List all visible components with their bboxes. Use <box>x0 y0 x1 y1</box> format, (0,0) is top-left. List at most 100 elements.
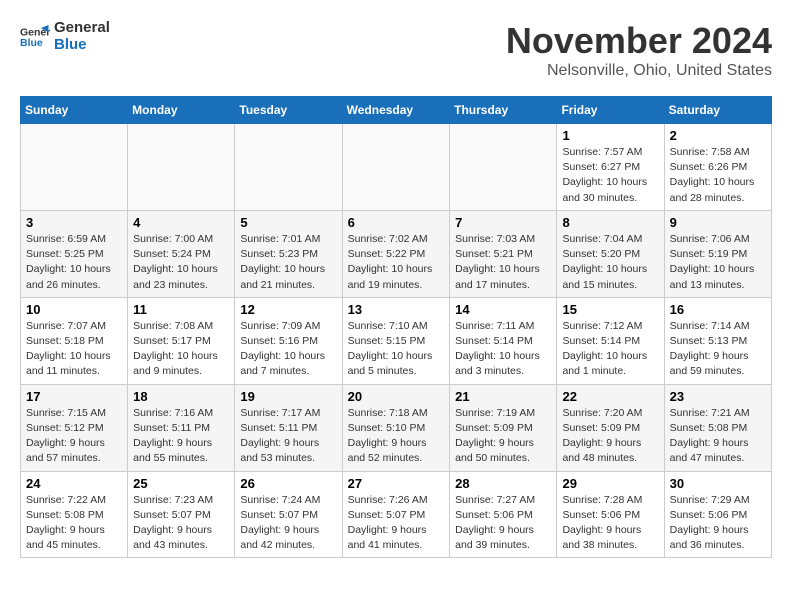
day-info: Sunrise: 7:24 AM Sunset: 5:07 PM Dayligh… <box>240 493 336 554</box>
day-info: Sunrise: 7:20 AM Sunset: 5:09 PM Dayligh… <box>562 406 658 467</box>
day-info: Sunrise: 6:59 AM Sunset: 5:25 PM Dayligh… <box>26 232 122 293</box>
weekday-header-thursday: Thursday <box>450 97 557 124</box>
location: Nelsonville, Ohio, United States <box>506 62 772 80</box>
calendar-cell: 22 Sunrise: 7:20 AM Sunset: 5:09 PM Dayli… <box>557 384 664 471</box>
calendar-cell: 26 Sunrise: 7:24 AM Sunset: 5:07 PM Dayli… <box>235 471 342 558</box>
month-title: November 2024 <box>506 20 772 62</box>
day-info: Sunrise: 7:26 AM Sunset: 5:07 PM Dayligh… <box>348 493 445 554</box>
calendar-week-5: 24Sunrise: 7:22 AM Sunset: 5:08 PM Dayli… <box>21 471 772 558</box>
day-info: Sunrise: 7:57 AM Sunset: 6:27 PM Dayligh… <box>562 145 658 206</box>
day-info: Sunrise: 7:06 AM Sunset: 5:19 PM Dayligh… <box>670 232 766 293</box>
day-info: Sunrise: 7:16 AM Sunset: 5:11 PM Dayligh… <box>133 406 229 467</box>
day-number: 30 <box>670 476 766 491</box>
calendar-cell: 9 Sunrise: 7:06 AM Sunset: 5:19 PM Daylig… <box>664 210 771 297</box>
day-info: Sunrise: 7:02 AM Sunset: 5:22 PM Dayligh… <box>348 232 445 293</box>
calendar-cell: 8 Sunrise: 7:04 AM Sunset: 5:20 PM Daylig… <box>557 210 664 297</box>
day-number: 23 <box>670 389 766 404</box>
day-number: 26 <box>240 476 336 491</box>
day-number: 13 <box>348 302 445 317</box>
day-info: Sunrise: 7:27 AM Sunset: 5:06 PM Dayligh… <box>455 493 551 554</box>
calendar-table: SundayMondayTuesdayWednesdayThursdayFrid… <box>20 96 772 558</box>
header: General Blue General Blue November 2024 … <box>20 20 772 80</box>
day-info: Sunrise: 7:18 AM Sunset: 5:10 PM Dayligh… <box>348 406 445 467</box>
calendar-cell <box>450 124 557 211</box>
calendar-cell: 23 Sunrise: 7:21 AM Sunset: 5:08 PM Dayli… <box>664 384 771 471</box>
day-number: 9 <box>670 215 766 230</box>
calendar-cell: 11 Sunrise: 7:08 AM Sunset: 5:17 PM Dayli… <box>128 297 235 384</box>
calendar-cell: 20 Sunrise: 7:18 AM Sunset: 5:10 PM Dayli… <box>342 384 450 471</box>
day-info: Sunrise: 7:17 AM Sunset: 5:11 PM Dayligh… <box>240 406 336 467</box>
day-number: 5 <box>240 215 336 230</box>
day-info: Sunrise: 7:58 AM Sunset: 6:26 PM Dayligh… <box>670 145 766 206</box>
day-number: 29 <box>562 476 658 491</box>
day-info: Sunrise: 7:11 AM Sunset: 5:14 PM Dayligh… <box>455 319 551 380</box>
day-info: Sunrise: 7:21 AM Sunset: 5:08 PM Dayligh… <box>670 406 766 467</box>
calendar-cell <box>235 124 342 211</box>
day-number: 20 <box>348 389 445 404</box>
calendar-cell: 1 Sunrise: 7:57 AM Sunset: 6:27 PM Daylig… <box>557 124 664 211</box>
day-info: Sunrise: 7:19 AM Sunset: 5:09 PM Dayligh… <box>455 406 551 467</box>
day-number: 28 <box>455 476 551 491</box>
logo: General Blue General Blue <box>20 20 110 53</box>
calendar-cell: 15Sunrise: 7:12 AM Sunset: 5:14 PM Dayli… <box>557 297 664 384</box>
day-number: 25 <box>133 476 229 491</box>
day-number: 6 <box>348 215 445 230</box>
day-info: Sunrise: 7:08 AM Sunset: 5:17 PM Dayligh… <box>133 319 229 380</box>
calendar-cell: 7 Sunrise: 7:03 AM Sunset: 5:21 PM Daylig… <box>450 210 557 297</box>
weekday-header-saturday: Saturday <box>664 97 771 124</box>
calendar-week-2: 3 Sunrise: 6:59 AM Sunset: 5:25 PM Daylig… <box>21 210 772 297</box>
day-number: 15 <box>562 302 658 317</box>
weekday-header-friday: Friday <box>557 97 664 124</box>
day-number: 1 <box>562 128 658 143</box>
day-number: 22 <box>562 389 658 404</box>
day-number: 19 <box>240 389 336 404</box>
calendar-cell: 6 Sunrise: 7:02 AM Sunset: 5:22 PM Daylig… <box>342 210 450 297</box>
calendar-cell: 19 Sunrise: 7:17 AM Sunset: 5:11 PM Dayli… <box>235 384 342 471</box>
day-number: 27 <box>348 476 445 491</box>
day-info: Sunrise: 7:10 AM Sunset: 5:15 PM Dayligh… <box>348 319 445 380</box>
logo-icon: General Blue <box>20 22 50 52</box>
calendar-cell <box>21 124 128 211</box>
day-number: 16 <box>670 302 766 317</box>
day-number: 24 <box>26 476 122 491</box>
day-number: 7 <box>455 215 551 230</box>
day-info: Sunrise: 7:03 AM Sunset: 5:21 PM Dayligh… <box>455 232 551 293</box>
calendar-cell: 2 Sunrise: 7:58 AM Sunset: 6:26 PM Daylig… <box>664 124 771 211</box>
day-info: Sunrise: 7:23 AM Sunset: 5:07 PM Dayligh… <box>133 493 229 554</box>
day-number: 2 <box>670 128 766 143</box>
day-number: 3 <box>26 215 122 230</box>
day-number: 14 <box>455 302 551 317</box>
calendar-cell: 12 Sunrise: 7:09 AM Sunset: 5:16 PM Dayli… <box>235 297 342 384</box>
day-number: 17 <box>26 389 122 404</box>
day-number: 12 <box>240 302 336 317</box>
day-number: 10 <box>26 302 122 317</box>
svg-text:Blue: Blue <box>20 37 43 49</box>
day-number: 11 <box>133 302 229 317</box>
calendar-cell: 24Sunrise: 7:22 AM Sunset: 5:08 PM Dayli… <box>21 471 128 558</box>
day-info: Sunrise: 7:07 AM Sunset: 5:18 PM Dayligh… <box>26 319 122 380</box>
day-info: Sunrise: 7:28 AM Sunset: 5:06 PM Dayligh… <box>562 493 658 554</box>
calendar-cell: 17 Sunrise: 7:15 AM Sunset: 5:12 PM Dayli… <box>21 384 128 471</box>
day-number: 21 <box>455 389 551 404</box>
logo-line1: General <box>54 20 110 37</box>
calendar-cell: 4Sunrise: 7:00 AM Sunset: 5:24 PM Daylig… <box>128 210 235 297</box>
day-info: Sunrise: 7:15 AM Sunset: 5:12 PM Dayligh… <box>26 406 122 467</box>
day-info: Sunrise: 7:01 AM Sunset: 5:23 PM Dayligh… <box>240 232 336 293</box>
day-info: Sunrise: 7:04 AM Sunset: 5:20 PM Dayligh… <box>562 232 658 293</box>
weekday-header-monday: Monday <box>128 97 235 124</box>
calendar-cell <box>342 124 450 211</box>
calendar-cell: 27 Sunrise: 7:26 AM Sunset: 5:07 PM Dayli… <box>342 471 450 558</box>
calendar-cell: 25 Sunrise: 7:23 AM Sunset: 5:07 PM Dayli… <box>128 471 235 558</box>
page: General Blue General Blue November 2024 … <box>0 0 792 568</box>
calendar-cell: 13 Sunrise: 7:10 AM Sunset: 5:15 PM Dayli… <box>342 297 450 384</box>
weekday-header-tuesday: Tuesday <box>235 97 342 124</box>
day-info: Sunrise: 7:29 AM Sunset: 5:06 PM Dayligh… <box>670 493 766 554</box>
calendar-week-3: 10 Sunrise: 7:07 AM Sunset: 5:18 PM Dayli… <box>21 297 772 384</box>
calendar-cell: 16Sunrise: 7:14 AM Sunset: 5:13 PM Dayli… <box>664 297 771 384</box>
day-number: 8 <box>562 215 658 230</box>
day-info: Sunrise: 7:09 AM Sunset: 5:16 PM Dayligh… <box>240 319 336 380</box>
calendar-cell: 21 Sunrise: 7:19 AM Sunset: 5:09 PM Dayli… <box>450 384 557 471</box>
calendar-cell: 30 Sunrise: 7:29 AM Sunset: 5:06 PM Dayli… <box>664 471 771 558</box>
weekday-header-row: SundayMondayTuesdayWednesdayThursdayFrid… <box>21 97 772 124</box>
day-number: 18 <box>133 389 229 404</box>
